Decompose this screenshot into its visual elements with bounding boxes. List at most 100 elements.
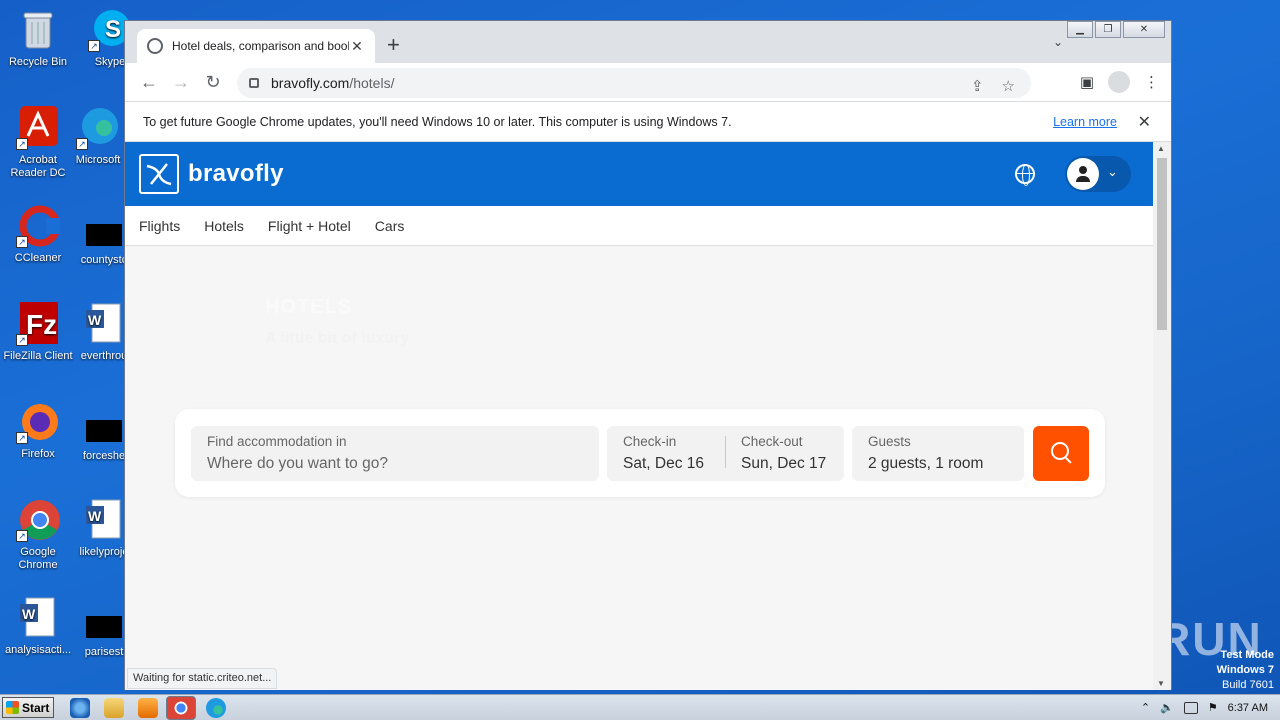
minimize-button[interactable]: ▁	[1067, 21, 1093, 38]
checkout-field[interactable]: Check-out Sun, Dec 17	[741, 434, 826, 473]
svg-text:W: W	[22, 606, 36, 622]
new-tab-button[interactable]: +	[387, 34, 400, 56]
svg-text:Fz: Fz	[26, 309, 57, 340]
file-explorer-icon[interactable]	[104, 698, 124, 718]
scrollbar-thumb[interactable]	[1157, 158, 1167, 330]
search-button[interactable]	[1033, 426, 1089, 481]
desktop-icon-label: Firefox	[21, 448, 55, 460]
lock-icon	[249, 78, 259, 88]
nav-hotels[interactable]: Hotels	[204, 218, 244, 234]
address-bar[interactable]: bravofly.com/hotels/ ⇪ ☆	[237, 68, 1031, 98]
globe-favicon-icon	[147, 38, 163, 54]
dates-divider	[725, 436, 726, 468]
destination-label: Find accommodation in	[207, 434, 347, 449]
file-icon	[86, 224, 122, 246]
desktop-icon-analysisacti[interactable]: W analysisacti...	[0, 596, 76, 657]
word-doc-icon: W	[16, 596, 60, 640]
checkin-field[interactable]: Check-in Sat, Dec 16	[623, 434, 704, 473]
close-tab-icon[interactable]: ✕	[349, 38, 365, 55]
edge-taskbar-icon[interactable]	[206, 698, 226, 718]
reload-icon[interactable]: ↻	[197, 72, 229, 93]
desktop-icon-label: Recycle Bin	[8, 56, 68, 68]
word-doc-icon: W	[82, 498, 126, 542]
side-panel-icon[interactable]: ▣	[1080, 73, 1094, 91]
page-viewport: bravofly ⌄ Flights Hotels Flight + Hotel…	[125, 142, 1155, 690]
desktop-icon-label: analysisacti...	[4, 644, 72, 656]
start-label: Start	[22, 700, 50, 715]
taskbar: Start ⌃ 🔈 ⚑ 6:37 AM	[0, 694, 1280, 720]
brand-name: bravofly	[188, 160, 284, 187]
guests-label: Guests	[868, 434, 911, 449]
account-menu-button[interactable]: ⌄	[1065, 156, 1131, 192]
desktop-icon-label: Skype	[94, 56, 126, 68]
menu-kebab-icon[interactable]: ⋮	[1144, 73, 1159, 91]
test-mode-notice: Test Mode Windows 7 Build 7601	[1217, 648, 1274, 693]
start-button[interactable]: Start	[2, 697, 54, 718]
bookmark-star-icon[interactable]: ☆	[1002, 77, 1015, 95]
title-bar: Hotel deals, comparison and booking ✕ + …	[125, 21, 1171, 63]
product-nav: Flights Hotels Flight + Hotel Cars	[125, 206, 1155, 246]
desktop-icon-label: likelyproje	[79, 546, 129, 558]
dates-field[interactable]: Check-in Sat, Dec 16 Check-out Sun, Dec …	[607, 426, 844, 481]
system-tray: ⌃ 🔈 ⚑ 6:37 AM	[1129, 695, 1280, 720]
windows-logo-icon	[6, 701, 19, 714]
status-bubble: Waiting for static.criteo.net...	[127, 668, 278, 689]
internet-explorer-icon[interactable]	[70, 698, 90, 718]
desktop-icon-filezilla[interactable]: Fz ↗ FileZilla Client	[0, 302, 76, 363]
desktop-icon-chrome[interactable]: ↗ Google Chrome	[0, 498, 76, 572]
destination-field[interactable]: Find accommodation in Where do you want …	[191, 426, 599, 481]
language-globe-icon[interactable]	[1015, 164, 1035, 186]
browser-tab[interactable]: Hotel deals, comparison and booking ✕	[137, 29, 375, 63]
site-header: bravofly ⌄	[125, 142, 1155, 206]
recycle-bin-icon	[16, 8, 60, 52]
nav-flights[interactable]: Flights	[139, 218, 180, 234]
desktop-icon-ccleaner[interactable]: ↗ CCleaner	[0, 204, 76, 265]
network-icon[interactable]	[1183, 701, 1198, 714]
guests-field[interactable]: Guests 2 guests, 1 room	[852, 426, 1024, 481]
desktop-icon-label: parisest	[84, 646, 124, 658]
page-scrollbar[interactable]: ▲ ▼	[1153, 142, 1171, 690]
infobar-close-icon[interactable]: ✕	[1138, 112, 1151, 132]
url-domain: bravofly.com	[271, 75, 350, 91]
hero-title: HOTELS	[265, 296, 353, 318]
hero-subtitle: A little bit of luxury	[265, 330, 410, 347]
nav-cars[interactable]: Cars	[375, 218, 405, 234]
edge-icon: ↗	[76, 106, 120, 150]
learn-more-link[interactable]: Learn more	[1053, 115, 1117, 129]
restore-button[interactable]: ❐	[1095, 21, 1121, 38]
share-icon[interactable]: ⇪	[971, 77, 984, 95]
checkin-value: Sat, Dec 16	[623, 455, 704, 472]
desktop-icon-label: Acrobat Reader DC	[10, 154, 66, 179]
chrome-window: Hotel deals, comparison and booking ✕ + …	[124, 20, 1172, 690]
tab-search-chevron-icon[interactable]: ⌄	[1053, 35, 1063, 49]
desktop-icon-recycle-bin[interactable]: Recycle Bin	[0, 8, 76, 69]
acrobat-icon: ↗	[16, 106, 60, 150]
desktop-icon-label: everthrou	[80, 350, 128, 362]
tray-expand-icon[interactable]: ⌃	[1141, 701, 1150, 714]
desktop-icon-firefox[interactable]: ↗ Firefox	[0, 400, 76, 461]
nav-flight-hotel[interactable]: Flight + Hotel	[268, 218, 351, 234]
file-icon	[86, 420, 122, 442]
scroll-up-icon[interactable]: ▲	[1157, 144, 1165, 153]
scroll-down-icon[interactable]: ▼	[1157, 679, 1165, 688]
browser-toolbar: ← → ↻ bravofly.com/hotels/ ⇪ ☆ ▣ ⋮	[125, 63, 1171, 101]
action-center-flag-icon[interactable]: ⚑	[1208, 701, 1218, 714]
chrome-icon: ↗	[16, 498, 60, 542]
profile-avatar-icon[interactable]	[1108, 71, 1130, 93]
forward-arrow-icon[interactable]: →	[165, 72, 197, 93]
desktop-icon-label: forceshe	[82, 450, 126, 462]
volume-icon[interactable]: 🔈	[1160, 701, 1174, 714]
back-arrow-icon[interactable]: ←	[133, 72, 165, 93]
chrome-taskbar-icon[interactable]	[166, 696, 196, 720]
close-window-button[interactable]: ✕	[1123, 21, 1165, 38]
bravofly-logo[interactable]: bravofly	[139, 154, 284, 194]
media-player-icon[interactable]	[138, 698, 158, 718]
desktop-icon-label: Google Chrome	[18, 546, 58, 571]
user-icon	[1067, 158, 1099, 190]
test-mode-line: Windows 7	[1216, 664, 1274, 676]
window-controls: ▁ ❐ ✕	[1067, 21, 1165, 38]
desktop-icon-label: CCleaner	[14, 252, 62, 264]
svg-text:W: W	[88, 508, 102, 524]
destination-input[interactable]: Where do you want to go?	[207, 455, 583, 473]
clock[interactable]: 6:37 AM	[1228, 702, 1268, 714]
